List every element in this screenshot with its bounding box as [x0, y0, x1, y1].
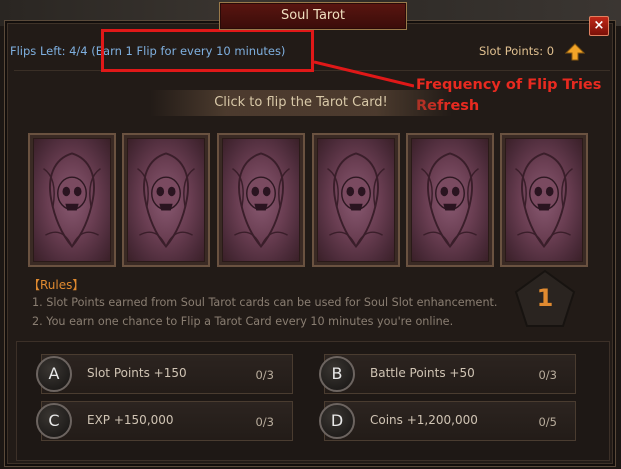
skull-emblem-icon — [515, 152, 573, 249]
rule-item-1: 1. Slot Points earned from Soul Tarot ca… — [32, 296, 498, 309]
close-button[interactable]: × — [589, 16, 609, 36]
tarot-card-6[interactable] — [500, 133, 588, 267]
annotation-arrow-line — [314, 60, 414, 88]
tarot-card-5[interactable] — [406, 133, 494, 267]
reward-slot-points: A Slot Points +150 0/3 — [36, 354, 293, 394]
skull-emblem-icon — [43, 152, 101, 249]
skull-emblem-icon — [327, 152, 385, 249]
slot-points-label: Slot Points: 0 — [479, 44, 555, 58]
annotation-highlight-box — [101, 29, 314, 72]
reward-badge-c: C — [36, 403, 72, 439]
rules-title: 【Rules】 — [28, 278, 85, 292]
rule-item-2: 2. You earn one chance to Flip a Tarot C… — [32, 315, 454, 328]
card-back-art — [411, 138, 489, 262]
reward-badge-b: B — [319, 356, 355, 392]
reward-label: Coins +1,200,000 — [370, 413, 478, 427]
reward-label: Slot Points +150 — [87, 366, 187, 380]
skull-emblem-icon — [137, 152, 195, 249]
reward-count: 0/3 — [538, 368, 557, 382]
arrow-up-icon[interactable] — [565, 43, 585, 61]
flips-left-label: Flips Left: 4/4 — [10, 44, 88, 58]
reward-count: 0/3 — [255, 415, 274, 429]
reward-badge-d: D — [319, 403, 355, 439]
reward-battle-points: B Battle Points +50 0/3 — [319, 354, 576, 394]
flip-prompt: Click to flip the Tarot Card! — [150, 90, 452, 116]
tarot-cards-row — [28, 133, 598, 269]
card-back-art — [505, 138, 583, 262]
skull-emblem-icon — [421, 152, 479, 249]
tarot-card-4[interactable] — [312, 133, 400, 267]
reward-coins: D Coins +1,200,000 0/5 — [319, 401, 576, 441]
tarot-card-1[interactable] — [28, 133, 116, 267]
reward-count: 0/3 — [255, 368, 274, 382]
remaining-counter: 1 — [536, 284, 554, 312]
reward-label: Battle Points +50 — [370, 366, 475, 380]
skull-emblem-icon — [232, 152, 290, 249]
card-back-art — [127, 138, 205, 262]
reward-badge-a: A — [36, 356, 72, 392]
reward-count: 0/5 — [538, 415, 557, 429]
reward-label: EXP +150,000 — [87, 413, 174, 427]
card-back-art — [33, 138, 111, 262]
rewards-panel: A Slot Points +150 0/3 B Battle Points +… — [16, 341, 610, 461]
reward-exp: C EXP +150,000 0/3 — [36, 401, 293, 441]
tarot-card-2[interactable] — [122, 133, 210, 267]
card-back-art — [317, 138, 395, 262]
window-title: Soul Tarot — [219, 2, 407, 30]
card-back-art — [222, 138, 300, 262]
tarot-card-3[interactable] — [217, 133, 305, 267]
